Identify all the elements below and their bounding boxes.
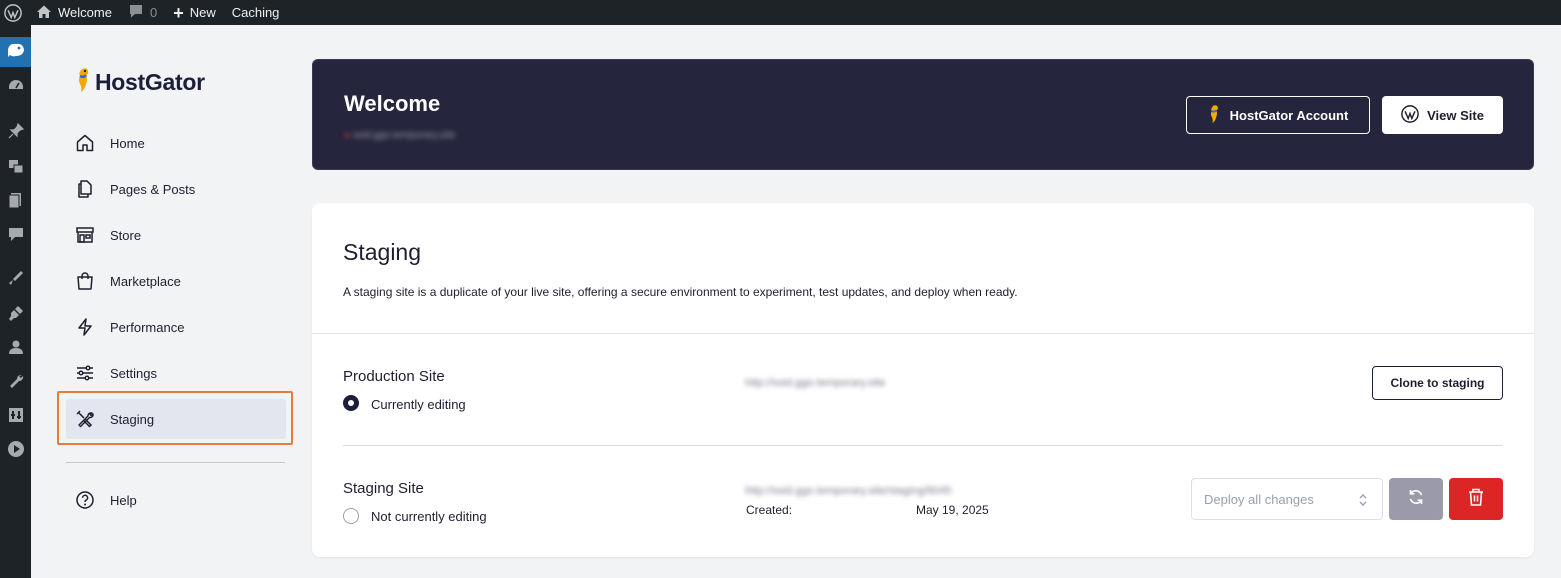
home-icon <box>74 132 96 154</box>
nav-home[interactable]: Home <box>66 123 286 163</box>
admin-bar-caching-label: Caching <box>231 5 280 20</box>
plugins-menu-item[interactable] <box>0 300 31 330</box>
hostgator-logo[interactable]: HostGator <box>75 67 205 98</box>
pin-icon <box>7 122 25 145</box>
banner-site-url[interactable]: ● ssid.ggo.temporary.site <box>344 130 455 141</box>
admin-bar-site-label: Welcome <box>58 5 112 20</box>
clone-to-staging-button[interactable]: Clone to staging <box>1372 366 1503 400</box>
delete-staging-button[interactable] <box>1449 478 1503 520</box>
nav-performance[interactable]: Performance <box>66 307 286 347</box>
wrench-icon <box>7 372 25 395</box>
tools-menu-item[interactable] <box>0 368 31 398</box>
nav-performance-label: Performance <box>110 319 185 335</box>
sidebar-divider <box>66 462 285 463</box>
brand-name: HostGator <box>95 69 205 95</box>
comments-count: 0 <box>149 5 158 20</box>
nav-marketplace[interactable]: Marketplace <box>66 261 286 301</box>
settings-icon <box>7 406 25 429</box>
posts-menu-item[interactable] <box>0 118 31 148</box>
dashboard-icon <box>7 77 25 100</box>
pages-icon <box>74 178 96 200</box>
pages-icon <box>7 191 25 214</box>
staging-title: Staging <box>343 239 422 265</box>
dashboard-menu-item[interactable] <box>0 73 31 103</box>
staging-highlight-box <box>57 391 293 445</box>
nav-store[interactable]: Store <box>66 215 286 255</box>
staging-card: Staging A staging site is a duplicate of… <box>312 203 1534 557</box>
users-icon <box>7 338 25 361</box>
wordpress-logo-icon[interactable] <box>0 0 28 25</box>
gator-mascot-icon <box>1208 104 1220 127</box>
users-menu-item[interactable] <box>0 334 31 364</box>
video-menu-item[interactable] <box>0 436 31 466</box>
admin-bar-new-label: New <box>189 5 216 20</box>
media-icon <box>7 157 25 180</box>
plugin-sidebar: HostGator Home Pages & Posts Store Marke… <box>31 25 311 578</box>
hostgator-account-label: HostGator Account <box>1229 107 1349 123</box>
plugins-icon <box>7 304 25 327</box>
view-site-label: View Site <box>1427 107 1484 123</box>
wp-admin-menu <box>0 25 31 578</box>
staging-url[interactable]: http://ssid.ggo.temporary.site/staging/8… <box>745 485 951 497</box>
plus-icon: + <box>173 2 184 23</box>
deploy-select-value: Deploy all changes <box>1204 491 1314 507</box>
bag-icon <box>74 270 96 292</box>
staging-status: Not currently editing <box>371 509 487 524</box>
admin-bar-new[interactable]: + New <box>165 0 224 25</box>
admin-bar-site[interactable]: Welcome <box>28 0 120 25</box>
staging-description: A staging site is a duplicate of your li… <box>343 285 1018 299</box>
nav-settings[interactable]: Settings <box>66 353 286 393</box>
appearance-menu-item[interactable] <box>0 265 31 295</box>
wordpress-icon <box>1401 104 1419 126</box>
production-status: Currently editing <box>371 397 466 412</box>
chevron-updown-icon <box>1358 492 1368 511</box>
nav-store-label: Store <box>110 227 142 243</box>
production-site-title: Production Site <box>343 368 445 385</box>
view-site-button[interactable]: View Site <box>1382 96 1503 134</box>
banner-title: Welcome <box>344 91 441 116</box>
card-divider <box>312 333 1534 334</box>
nav-settings-label: Settings <box>110 365 157 381</box>
trash-icon <box>1467 487 1485 512</box>
store-icon <box>74 224 96 246</box>
production-radio[interactable] <box>343 395 359 411</box>
welcome-banner: Welcome ● ssid.ggo.temporary.site HostGa… <box>312 59 1534 170</box>
home-icon <box>36 4 52 22</box>
play-icon <box>7 440 25 463</box>
nav-help[interactable]: Help <box>66 480 286 520</box>
comments-menu-item[interactable] <box>0 221 31 251</box>
production-url[interactable]: http://ssid.ggo.temporary.site <box>745 377 885 389</box>
help-icon <box>74 489 96 511</box>
gator-mascot-icon <box>75 67 91 98</box>
sync-button[interactable] <box>1389 478 1443 520</box>
pages-menu-item[interactable] <box>0 187 31 217</box>
row-divider <box>343 445 1503 446</box>
deploy-select[interactable]: Deploy all changes <box>1191 478 1383 520</box>
comments-icon <box>7 225 25 248</box>
created-date: May 19, 2025 <box>916 503 989 517</box>
refresh-icon <box>1406 487 1426 512</box>
nav-pages-posts-label: Pages & Posts <box>110 181 196 197</box>
nav-marketplace-label: Marketplace <box>110 273 181 289</box>
appearance-icon <box>7 269 25 292</box>
nav-home-label: Home <box>110 135 145 151</box>
banner-site-url-text: ssid.ggo.temporary.site <box>352 130 456 141</box>
staging-site-title: Staging Site <box>343 480 424 497</box>
admin-bar-comments[interactable]: 0 <box>120 0 165 25</box>
media-menu-item[interactable] <box>0 153 31 183</box>
settings-menu-item[interactable] <box>0 402 31 432</box>
bolt-icon <box>74 316 96 338</box>
staging-radio[interactable] <box>343 508 359 524</box>
nav-pages-posts[interactable]: Pages & Posts <box>66 169 286 209</box>
plugin-icon <box>6 41 26 64</box>
nav-help-label: Help <box>110 492 137 508</box>
hostgator-account-button[interactable]: HostGator Account <box>1186 96 1370 134</box>
wp-admin-bar: Welcome 0 + New Caching <box>0 0 1561 25</box>
link-icon: ● <box>344 130 353 141</box>
comment-icon <box>128 4 144 22</box>
sliders-icon <box>74 362 96 384</box>
plugin-menu-item[interactable] <box>0 37 31 67</box>
created-label: Created: <box>746 503 793 517</box>
admin-bar-caching[interactable]: Caching <box>224 0 288 25</box>
